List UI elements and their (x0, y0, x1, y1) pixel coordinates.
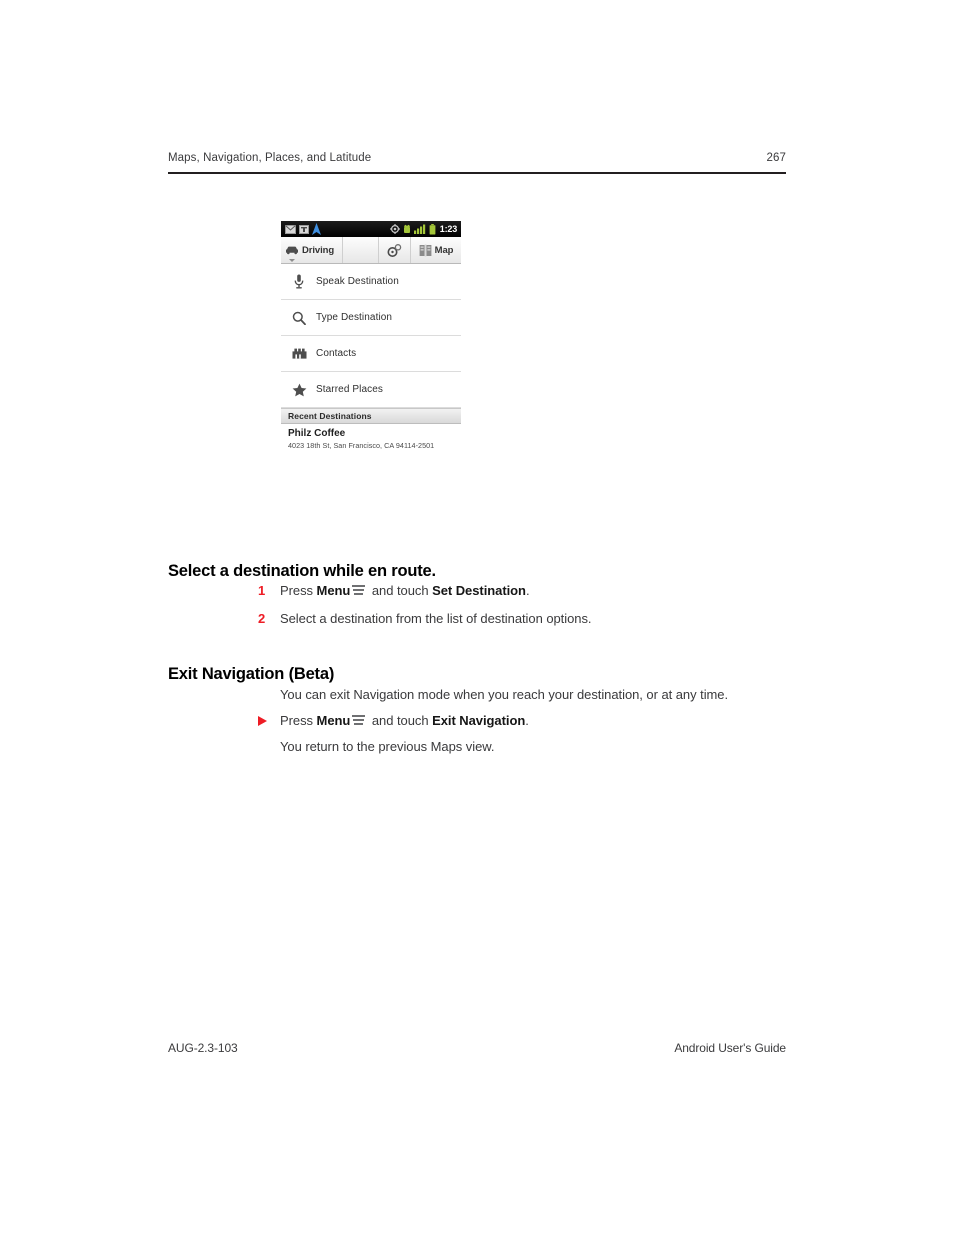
gps-icon (389, 224, 400, 234)
chevron-down-icon (289, 259, 295, 262)
map-book-icon (419, 243, 432, 257)
layers-button[interactable] (379, 237, 411, 263)
list-item-recent-destination[interactable]: Philz Coffee 4023 18th St, San Francisco… (281, 424, 461, 456)
document-page: Maps, Navigation, Places, and Latitude 2… (0, 0, 954, 1235)
status-bar-left-icons (285, 223, 321, 235)
layers-icon (387, 243, 402, 257)
travel-mode-label: Driving (302, 244, 335, 256)
usb-debug-icon (403, 224, 410, 233)
section-header-recent-destinations: Recent Destinations (281, 408, 461, 424)
mail-icon (285, 224, 296, 234)
page-footer: AUG-2.3-103 Android User's Guide (168, 1041, 786, 1055)
car-icon (286, 246, 298, 255)
list-item-contacts[interactable]: Contacts (281, 336, 461, 372)
navigation-action-bar: Driving Map (281, 237, 461, 264)
document-code: AUG-2.3-103 (168, 1041, 238, 1055)
recent-destination-address: 4023 18th St, San Francisco, CA 94114-25… (288, 440, 435, 450)
status-bar-right-icons: 1:23 (389, 223, 457, 235)
heading-select-destination: Select a destination while en route. (168, 561, 436, 580)
step-text-2: Select a destination from the list of de… (280, 611, 592, 626)
bullet-bold-menu: Menu (316, 713, 351, 728)
heading-exit-navigation: Exit Navigation (Beta) (168, 664, 335, 683)
menu-key-icon (352, 585, 366, 596)
step-text-1: Press Menu and touch Set Destination. (280, 583, 530, 598)
triangle-bullet-icon (258, 716, 267, 726)
bullet-bold-exit-navigation: Exit Navigation (432, 713, 526, 728)
page-number: 267 (766, 152, 786, 164)
chapter-title: Maps, Navigation, Places, and Latitude (168, 152, 372, 164)
step1-bold-menu: Menu (316, 583, 351, 598)
list-item-label: Starred Places (316, 384, 383, 395)
recent-destination-name: Philz Coffee (288, 428, 346, 439)
map-button[interactable]: Map (411, 237, 461, 263)
step-number-1: 1 (258, 583, 266, 598)
list-item-type-destination[interactable]: Type Destination (281, 300, 461, 336)
list-item-speak-destination[interactable]: Speak Destination (281, 264, 461, 300)
header-rule (168, 172, 786, 174)
step1-bold-set-destination: Set Destination (432, 583, 526, 598)
contacts-icon (290, 348, 308, 359)
step1-post: . (525, 583, 530, 598)
list-item-label: Speak Destination (316, 276, 399, 287)
status-bar-clock: 1:23 (439, 224, 457, 234)
exit-navigation-intro: You can exit Navigation mode when you re… (280, 687, 729, 702)
menu-key-icon (352, 715, 366, 726)
battery-icon (429, 223, 436, 234)
travel-mode-button[interactable]: Driving (281, 237, 343, 263)
map-label: Map (434, 244, 454, 256)
section-header-label: Recent Destinations (288, 411, 372, 421)
list-item-label: Type Destination (316, 312, 393, 323)
step-number-2: 2 (258, 611, 266, 626)
running-header: Maps, Navigation, Places, and Latitude 2… (168, 152, 786, 164)
signal-bars-icon (413, 224, 425, 234)
android-status-bar: 1:23 (281, 221, 461, 237)
document-title: Android User's Guide (674, 1041, 786, 1055)
list-item-starred-places[interactable]: Starred Places (281, 372, 461, 408)
step1-pre: Press (280, 583, 317, 598)
list-item-label: Contacts (316, 348, 357, 359)
star-icon (290, 383, 308, 397)
sms-icon (299, 224, 309, 234)
bullet-pre: Press (280, 713, 317, 728)
bullet-mid: and touch (368, 713, 433, 728)
search-icon (290, 311, 308, 325)
figure-navigation-destination-screenshot: 1:23 Driving Map Speak Destination Type … (281, 221, 461, 456)
step1-mid: and touch (368, 583, 433, 598)
action-bar-spacer (343, 237, 379, 263)
microphone-icon (290, 274, 308, 289)
exit-navigation-result: You return to the previous Maps view. (280, 739, 495, 754)
bullet-post: . (525, 713, 529, 728)
navigation-arrow-icon (312, 223, 321, 235)
exit-navigation-bullet-text: Press Menu and touch Exit Navigation. (280, 713, 529, 728)
